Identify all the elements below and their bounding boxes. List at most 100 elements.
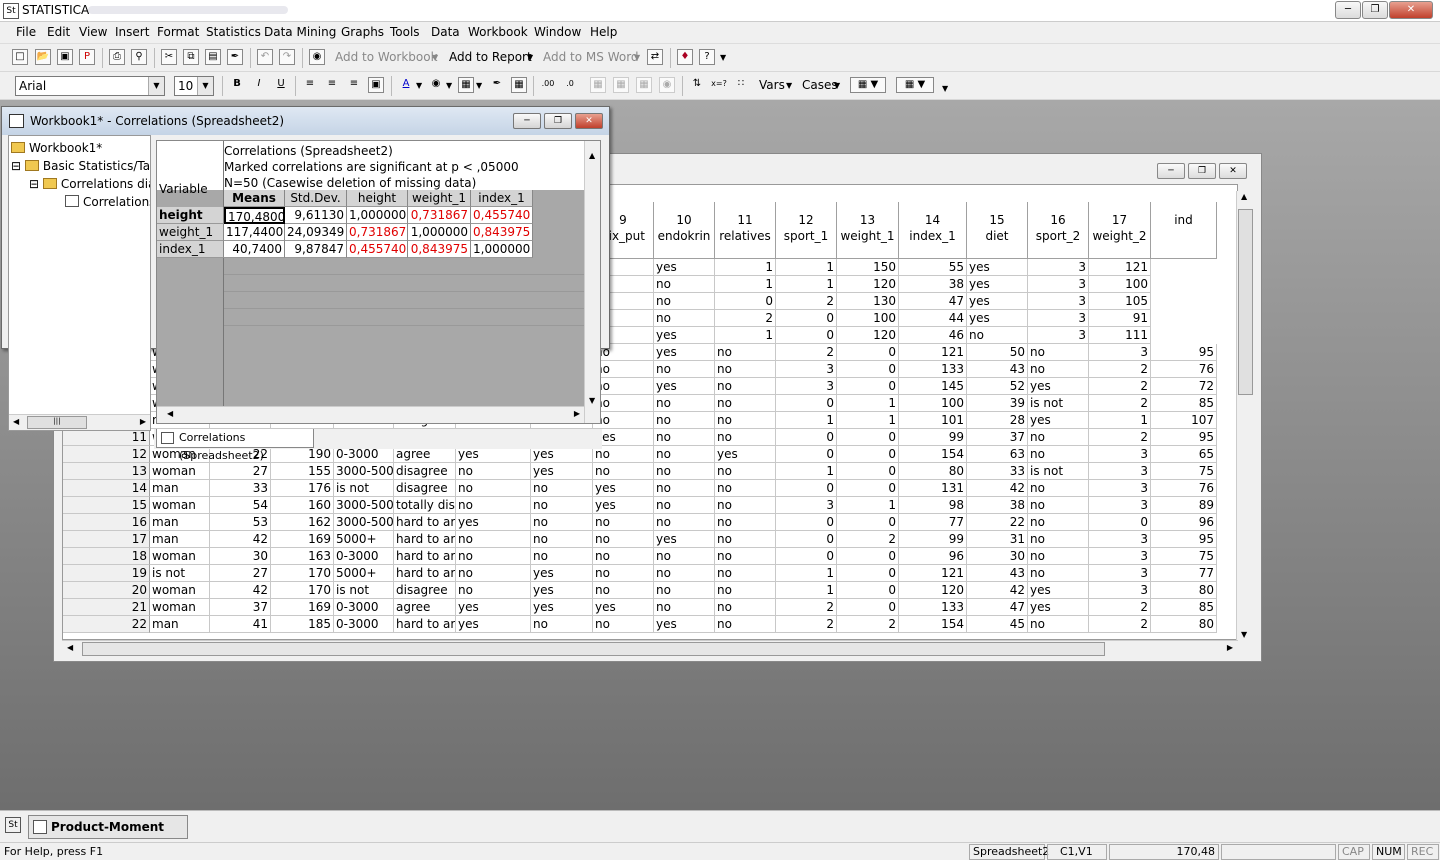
table-cell[interactable]: no bbox=[715, 429, 776, 446]
table-cell[interactable]: no bbox=[654, 582, 715, 599]
table-cell[interactable]: 2 bbox=[1089, 378, 1151, 395]
table-cell[interactable]: 0 bbox=[837, 599, 899, 616]
corr-hscrollbar[interactable]: ◀ ▶ bbox=[157, 406, 584, 423]
table-cell[interactable]: 0 bbox=[837, 548, 899, 565]
lock-icon[interactable]: ◉ bbox=[659, 77, 675, 93]
fill-color-icon[interactable]: ◉ bbox=[428, 77, 444, 93]
menu-view[interactable]: View bbox=[79, 25, 107, 39]
table-cell[interactable]: is not bbox=[1028, 395, 1089, 412]
add-to-report-button[interactable]: Add to Report bbox=[449, 50, 532, 64]
table-cell[interactable]: 0 bbox=[837, 480, 899, 497]
table-cell[interactable]: 76 bbox=[1151, 480, 1217, 497]
table-cell[interactable]: no bbox=[654, 514, 715, 531]
table-cell[interactable]: 1 bbox=[837, 395, 899, 412]
corr-cell[interactable]: 0,843975 bbox=[471, 224, 533, 241]
table-cell[interactable]: 169 bbox=[271, 531, 334, 548]
table-cell[interactable]: no bbox=[531, 616, 593, 633]
table-cell[interactable]: no bbox=[715, 395, 776, 412]
table-cell[interactable]: no bbox=[1028, 514, 1089, 531]
add-to-msword-button[interactable]: Add to MS Word bbox=[543, 50, 639, 64]
table-cell[interactable]: 27 bbox=[210, 565, 271, 582]
table-cell[interactable]: 0 bbox=[837, 361, 899, 378]
table-cell[interactable]: 43 bbox=[967, 565, 1028, 582]
table-cell[interactable]: 3 bbox=[1089, 480, 1151, 497]
corr-vscrollbar[interactable]: ▲ ▼ bbox=[584, 141, 600, 423]
format-painter-icon[interactable]: ✒ bbox=[227, 49, 243, 65]
table-cell[interactable]: man bbox=[150, 616, 210, 633]
table-cell[interactable]: no bbox=[593, 616, 654, 633]
decimal-increase-icon[interactable]: .00 bbox=[540, 77, 556, 93]
print-preview-icon[interactable]: ⚲ bbox=[131, 49, 147, 65]
table-cell[interactable]: no bbox=[1028, 531, 1089, 548]
table-cell[interactable]: 120 bbox=[837, 327, 899, 344]
table-cell[interactable]: 1 bbox=[715, 327, 776, 344]
cut-icon[interactable]: ✂ bbox=[161, 49, 177, 65]
table-cell[interactable]: 1 bbox=[776, 412, 837, 429]
table-cell[interactable]: 43 bbox=[967, 361, 1028, 378]
column-header[interactable]: 12 sport_1 bbox=[776, 202, 837, 259]
undo-icon[interactable]: ↶ bbox=[257, 49, 273, 65]
table-cell[interactable]: no bbox=[715, 616, 776, 633]
table-cell[interactable]: 80 bbox=[1151, 582, 1217, 599]
table-cell[interactable]: 44 bbox=[899, 310, 967, 327]
table-cell[interactable]: yes bbox=[593, 599, 654, 616]
vars-button[interactable]: Vars bbox=[759, 78, 785, 92]
table-cell[interactable]: yes bbox=[531, 463, 593, 480]
table-cell[interactable]: 3 bbox=[776, 361, 837, 378]
table-cell[interactable]: no bbox=[1028, 480, 1089, 497]
sheet-minimize-button[interactable]: ─ bbox=[1157, 163, 1185, 179]
table-cell[interactable]: 75 bbox=[1151, 548, 1217, 565]
table-cell[interactable]: 42 bbox=[967, 480, 1028, 497]
table-cell[interactable]: no bbox=[967, 327, 1028, 344]
table-cell[interactable]: 3000-500( bbox=[334, 463, 394, 480]
table-cell[interactable]: 0 bbox=[837, 582, 899, 599]
table-cell[interactable]: totally dis bbox=[394, 497, 456, 514]
table-cell[interactable]: 5000+ bbox=[334, 565, 394, 582]
subset-icon[interactable]: x=? bbox=[711, 77, 727, 93]
bold-icon[interactable]: B bbox=[229, 77, 245, 93]
table-cell[interactable]: 0 bbox=[776, 310, 837, 327]
table-cell[interactable]: 37 bbox=[210, 599, 271, 616]
table-cell[interactable]: hard to ar bbox=[394, 565, 456, 582]
table-cell[interactable]: no bbox=[715, 463, 776, 480]
workbook-close-button[interactable]: ✕ bbox=[575, 113, 603, 129]
column-header[interactable]: 13 weight_1 bbox=[837, 202, 899, 259]
table-cell[interactable]: 2 bbox=[1089, 429, 1151, 446]
table-cell[interactable]: no bbox=[456, 497, 531, 514]
table-cell[interactable]: 133 bbox=[899, 599, 967, 616]
chart-options-icon[interactable]: ▦ bbox=[636, 77, 652, 93]
chart-icon[interactable]: ▦ bbox=[590, 77, 606, 93]
table-cell[interactable]: no bbox=[715, 378, 776, 395]
table-cell[interactable]: 120 bbox=[837, 276, 899, 293]
table-cell[interactable]: no bbox=[654, 446, 715, 463]
table-cell[interactable]: 2 bbox=[776, 344, 837, 361]
table-cell[interactable]: no bbox=[593, 412, 654, 429]
table-cell[interactable]: 0-3000 bbox=[334, 599, 394, 616]
table-cell[interactable]: 27 bbox=[210, 463, 271, 480]
pdf-icon[interactable]: P bbox=[79, 49, 95, 65]
table-cell[interactable]: 100 bbox=[1089, 276, 1151, 293]
table-cell[interactable]: no bbox=[456, 582, 531, 599]
table-cell[interactable]: 3 bbox=[1028, 276, 1089, 293]
table-cell[interactable]: 133 bbox=[899, 361, 967, 378]
table-cell[interactable]: 85 bbox=[1151, 395, 1217, 412]
table-cell[interactable]: no bbox=[715, 531, 776, 548]
table-cell[interactable]: 2 bbox=[1089, 616, 1151, 633]
table-cell[interactable]: no bbox=[654, 293, 715, 310]
table-cell[interactable]: 1 bbox=[776, 276, 837, 293]
table-cell[interactable]: 2 bbox=[1089, 599, 1151, 616]
row-header[interactable]: 20 bbox=[63, 582, 150, 599]
table-cell[interactable]: no bbox=[654, 310, 715, 327]
decimal-decrease-icon[interactable]: .0 bbox=[562, 77, 578, 93]
table-cell[interactable]: is not bbox=[1028, 463, 1089, 480]
table-cell[interactable]: 185 bbox=[271, 616, 334, 633]
table-cell[interactable]: 42 bbox=[210, 531, 271, 548]
table-cell[interactable]: 65 bbox=[1151, 446, 1217, 463]
table-cell[interactable]: no bbox=[1028, 616, 1089, 633]
corr-row-header[interactable]: height bbox=[157, 207, 224, 224]
table-cell[interactable]: yes bbox=[654, 378, 715, 395]
table-cell[interactable]: 111 bbox=[1089, 327, 1151, 344]
table-cell[interactable]: no bbox=[593, 378, 654, 395]
table-cell[interactable]: no bbox=[715, 514, 776, 531]
table-cell[interactable]: 0-3000 bbox=[334, 548, 394, 565]
